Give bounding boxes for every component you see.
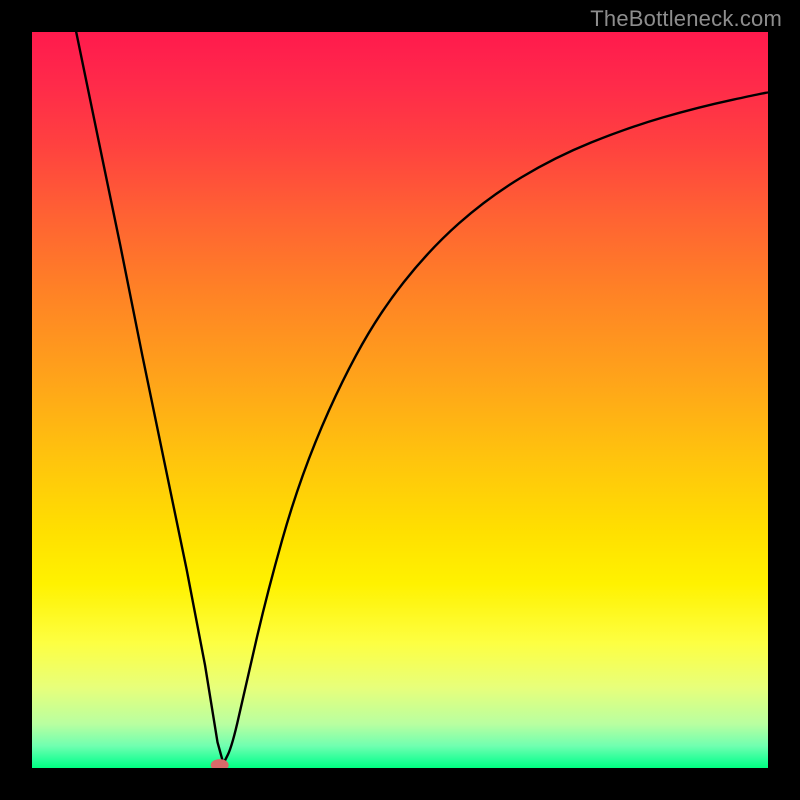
curve-svg: [32, 32, 768, 768]
bottleneck-curve: [76, 32, 768, 764]
chart-frame: TheBottleneck.com: [0, 0, 800, 800]
watermark-text: TheBottleneck.com: [590, 6, 782, 32]
plot-area: [32, 32, 768, 768]
